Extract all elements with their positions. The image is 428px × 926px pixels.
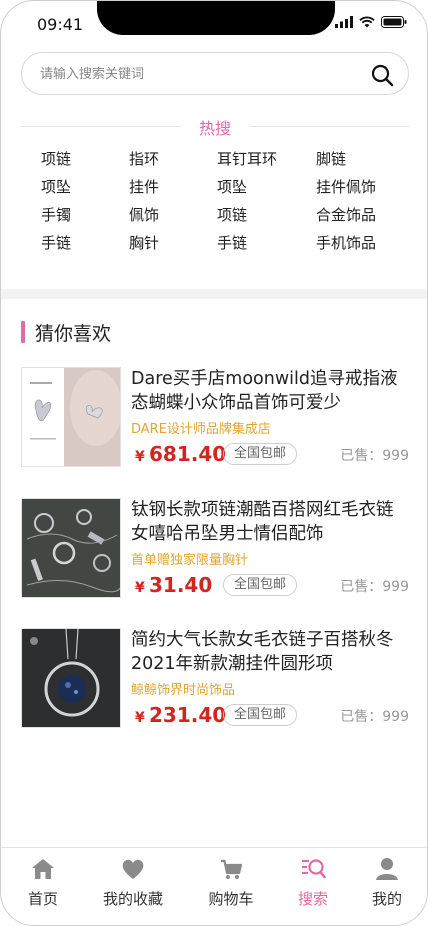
hot-search-item[interactable]: 项链 xyxy=(41,149,129,169)
product-shop: DARE设计师品牌集成店 xyxy=(131,422,271,437)
product-price: 681.40 xyxy=(149,442,227,466)
price-currency: ¥ xyxy=(135,580,145,596)
tab-search[interactable]: 搜索 xyxy=(295,856,331,912)
product-card[interactable]: 简约大气长款女毛衣链子百搭秋冬2021年新款潮挂件圆形项 鲸鲸饰界时尚饰品 ¥ … xyxy=(21,628,409,728)
price-currency: ¥ xyxy=(135,449,145,465)
sold-count: 已售：999 xyxy=(340,709,409,725)
hot-search-item[interactable]: 合金饰品 xyxy=(316,205,401,225)
sold-count: 已售：999 xyxy=(340,448,409,464)
battery-icon xyxy=(381,16,407,28)
tab-favorites[interactable]: 我的收藏 xyxy=(97,856,169,912)
hot-search-item[interactable]: 手镯 xyxy=(41,205,129,225)
search-bar xyxy=(21,52,409,95)
sold-count: 已售：999 xyxy=(340,579,409,595)
status-time: 09:41 xyxy=(37,15,84,34)
tab-label: 我的收藏 xyxy=(102,890,163,908)
product-name: 钛钢长款项链潮酷百搭网红毛衣链女嘻哈吊坠男士情侣配饰 xyxy=(131,500,394,544)
price-row: ¥ 681.40 全国包邮 已售：999 xyxy=(135,441,409,467)
product-name: Dare买手店moonwild追寻戒指液态蝴蝶小众饰品首饰可爱少 xyxy=(131,369,398,413)
guess-title: 猜你喜欢 xyxy=(35,322,112,345)
tab-cart[interactable]: 购物车 xyxy=(203,856,259,912)
hot-search-item[interactable]: 手机饰品 xyxy=(316,233,401,253)
product-image xyxy=(21,628,121,728)
tab-bar: 首页 我的收藏 购物车 搜索 我的 xyxy=(1,847,427,925)
tab-home[interactable]: 首页 xyxy=(23,856,63,912)
product-card[interactable]: Dare买手店moonwild追寻戒指液态蝴蝶小众饰品首饰可爱少 DARE设计师… xyxy=(21,367,409,467)
tab-label: 搜索 xyxy=(297,890,328,908)
status-icons xyxy=(335,16,407,28)
heart-icon xyxy=(122,859,144,879)
search-input[interactable] xyxy=(40,63,340,85)
product-image xyxy=(21,367,121,467)
section-separator xyxy=(1,289,427,299)
shipping-tag: 全国包邮 xyxy=(223,574,298,596)
guess-header: 猜你喜欢 xyxy=(21,319,111,345)
hot-search-item[interactable]: 挂件 xyxy=(129,177,217,197)
hot-search-item[interactable]: 手链 xyxy=(41,233,129,253)
price-row: ¥ 31.40 全国包邮 已售：999 xyxy=(135,572,409,598)
tab-label: 首页 xyxy=(27,890,58,908)
price-row: ¥ 231.40 全国包邮 已售：999 xyxy=(135,702,409,728)
shipping-tag: 全国包邮 xyxy=(223,704,298,726)
search-icon[interactable] xyxy=(370,63,394,87)
cart-icon xyxy=(221,859,243,879)
hot-search-item[interactable]: 手链 xyxy=(217,233,316,253)
notch xyxy=(97,1,335,35)
hot-search-item[interactable]: 耳钉耳环 xyxy=(217,149,316,169)
hot-search-item[interactable]: 脚链 xyxy=(316,149,401,169)
wifi-icon xyxy=(359,16,375,28)
product-image xyxy=(21,498,121,598)
status-bar: 09:41 xyxy=(1,1,427,45)
hot-search-title: 热搜 xyxy=(198,119,231,138)
phone-screen: 09:41 热搜 xyxy=(0,0,428,926)
product-price: 31.40 xyxy=(149,573,213,597)
signal-icon xyxy=(335,16,353,28)
search-list-icon xyxy=(302,859,326,879)
hot-search-item[interactable]: 佩饰 xyxy=(129,205,217,225)
product-card[interactable]: 钛钢长款项链潮酷百搭网红毛衣链女嘻哈吊坠男士情侣配饰 首单赠独家限量胸针 ¥ 3… xyxy=(21,498,409,598)
hot-search-item[interactable]: 项坠 xyxy=(217,177,316,197)
product-shop: 首单赠独家限量胸针 xyxy=(131,553,249,568)
shipping-tag: 全国包邮 xyxy=(223,443,298,465)
hot-search-item[interactable]: 指环 xyxy=(129,149,217,169)
hot-search-item[interactable]: 挂件佩饰 xyxy=(316,177,401,197)
home-icon xyxy=(32,859,54,879)
product-name: 简约大气长款女毛衣链子百搭秋冬2021年新款潮挂件圆形项 xyxy=(131,630,394,674)
price-currency: ¥ xyxy=(135,710,145,726)
hot-search-item[interactable]: 项坠 xyxy=(41,177,129,197)
tab-label: 我的 xyxy=(371,890,402,908)
product-price: 231.40 xyxy=(149,703,227,727)
hot-search-item[interactable]: 胸针 xyxy=(129,233,217,253)
user-icon xyxy=(376,858,398,880)
tab-profile[interactable]: 我的 xyxy=(369,856,405,912)
guess-accent-bar xyxy=(21,321,25,343)
hot-search-item[interactable]: 项链 xyxy=(217,205,316,225)
tab-label: 购物车 xyxy=(208,890,254,908)
hot-search-grid: 项链 指环 耳钉耳环 脚链 项坠 挂件 项坠 挂件佩饰 手镯 佩饰 项链 合金饰… xyxy=(41,149,401,253)
product-shop: 鲸鲸饰界时尚饰品 xyxy=(131,683,236,698)
